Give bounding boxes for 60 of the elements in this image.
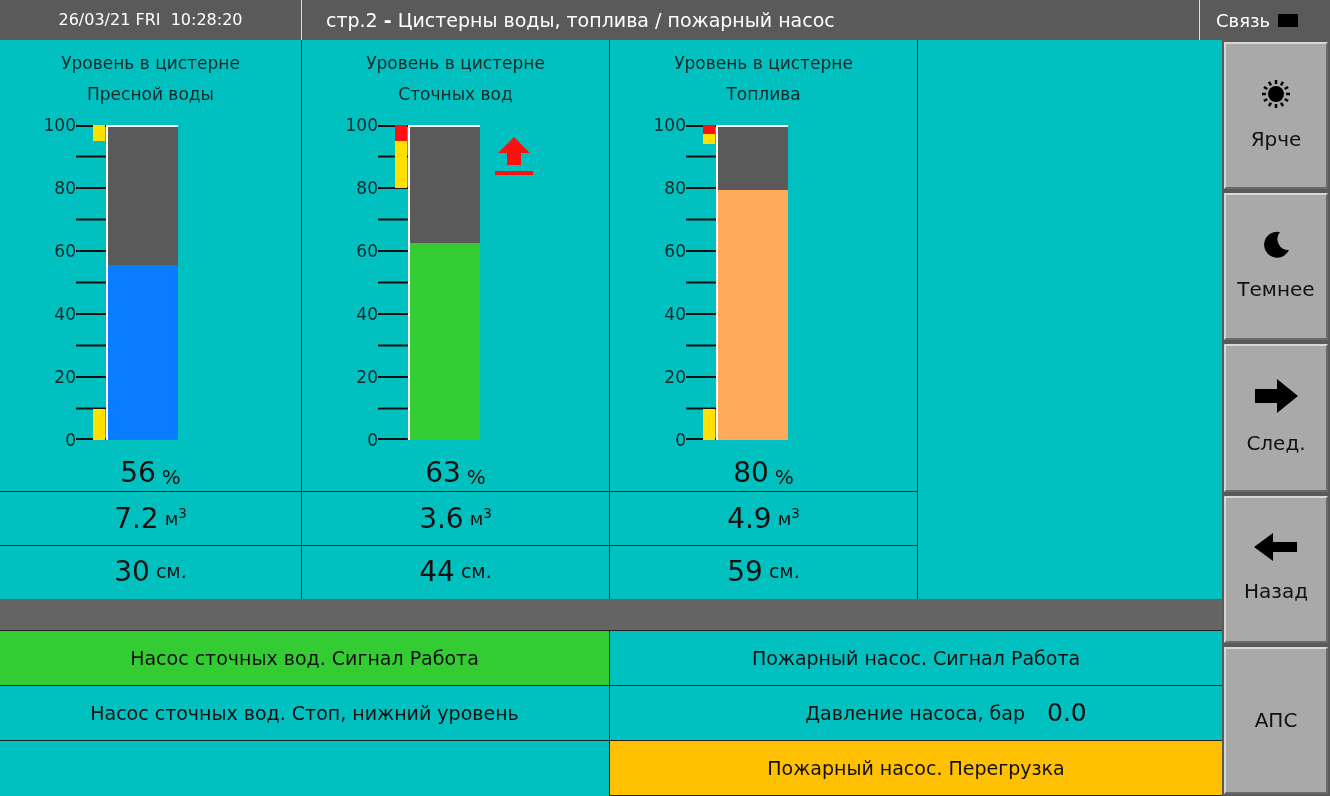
percent-unit: % — [466, 467, 486, 487]
scale-label: 60 — [54, 241, 76, 261]
scale-label: 60 — [664, 241, 686, 261]
signal-text: Пожарный насос. Сигнал Работа — [751, 645, 1081, 671]
side-button[interactable]: Ярче — [1224, 42, 1328, 190]
scale-label: 80 — [664, 178, 686, 198]
height-value: 44 — [419, 557, 455, 586]
side-button[interactable]: След. — [1224, 344, 1328, 492]
scale-label: 20 — [54, 367, 76, 387]
signal-text: Пожарный насос. Перегрузка — [767, 755, 1065, 781]
sun-icon — [1260, 77, 1292, 110]
percent-unit: % — [774, 467, 794, 487]
side-button[interactable]: АПС — [1224, 646, 1328, 794]
tank-title: Уровень в цистерне — [674, 52, 853, 75]
level-percent-value: 80 — [733, 459, 769, 487]
scale-label: 80 — [356, 178, 378, 198]
scale-label: 100 — [345, 115, 378, 135]
tank-title: Уровень в цистерне — [61, 52, 240, 75]
signal-text: Насос сточных вод. Сигнал Работа — [130, 645, 479, 671]
side-button[interactable]: Темнее — [1224, 193, 1328, 341]
page-title: стр.2 - Цистерны воды, топлива / пожарный насос — [326, 7, 835, 33]
scale-label: 0 — [675, 430, 686, 450]
scale-label: 80 — [54, 178, 76, 198]
signal-text: Давление насоса, бар — [805, 700, 1025, 726]
height-value: 30 — [114, 557, 150, 586]
scale-label: 20 — [664, 367, 686, 387]
volume-unit: м$^{3}$ — [469, 509, 492, 528]
level-percent-value: 56 — [120, 459, 156, 487]
volume-value: 4.9 — [727, 504, 772, 533]
signal-text: Насос сточных вод. Стоп, нижний уровень — [90, 700, 519, 726]
pressure-value: 0.0 — [1047, 697, 1087, 730]
tank-title: Пресной воды — [87, 83, 214, 106]
level-percent-value: 63 — [425, 459, 461, 487]
arrow-right-icon — [1253, 378, 1299, 414]
tank-title: Топлива — [726, 83, 801, 106]
scale-label: 100 — [43, 115, 76, 135]
scale-label: 40 — [356, 304, 378, 324]
height-unit: см. — [155, 562, 187, 581]
moon-icon — [1261, 229, 1291, 260]
volume-value: 7.2 — [114, 504, 159, 533]
arrow-left-icon — [1253, 532, 1299, 563]
scale-label: 60 — [356, 241, 378, 261]
height-unit: см. — [768, 562, 800, 581]
tank-title: Сточных вод — [398, 83, 513, 106]
tank-title: Уровень в цистерне — [366, 52, 545, 75]
side-button[interactable]: Назад — [1224, 495, 1328, 643]
height-value: 59 — [727, 557, 763, 586]
scale-label: 0 — [367, 430, 378, 450]
scale-label: 100 — [653, 115, 686, 135]
scale-label: 40 — [54, 304, 76, 324]
scale-label: 20 — [356, 367, 378, 387]
volume-value: 3.6 — [419, 504, 464, 533]
volume-unit: м$^{3}$ — [777, 509, 800, 528]
volume-unit: м$^{3}$ — [164, 509, 187, 528]
scale-label: 0 — [65, 430, 76, 450]
height-unit: см. — [460, 562, 492, 581]
percent-unit: % — [161, 467, 181, 487]
link-label: Связь — [1216, 8, 1271, 33]
date-time: 26/03/21 FRI 10:28:20 — [58, 9, 243, 31]
scale-label: 40 — [664, 304, 686, 324]
